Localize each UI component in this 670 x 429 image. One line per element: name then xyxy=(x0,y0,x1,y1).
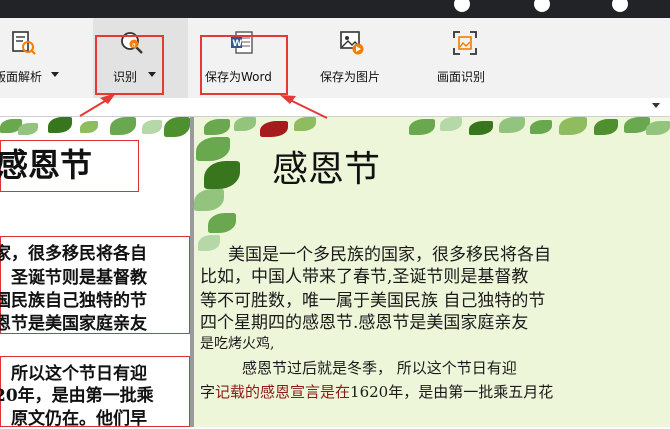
annotation-arrows xyxy=(79,93,328,119)
annotation-arrow xyxy=(287,98,328,119)
